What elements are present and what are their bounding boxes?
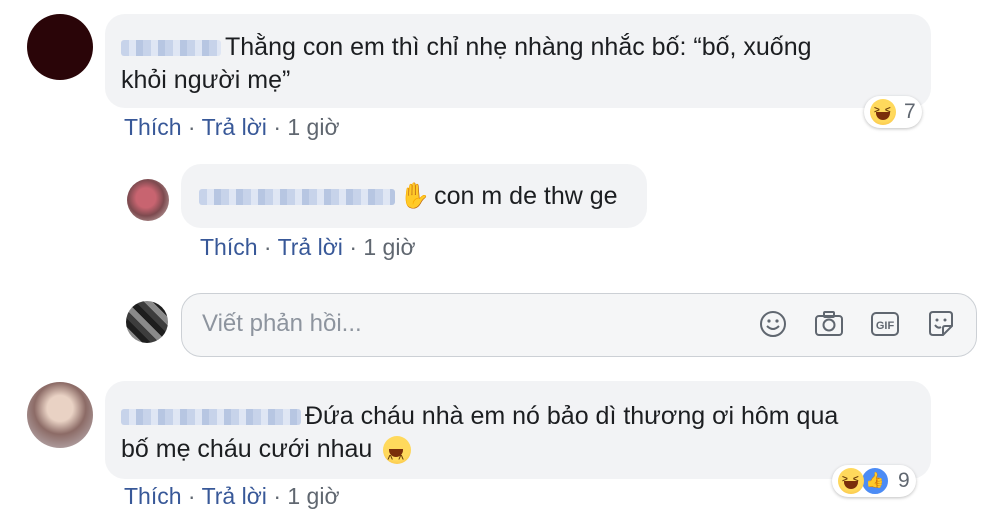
camera-icon[interactable] — [812, 307, 846, 341]
svg-text:GIF: GIF — [876, 320, 895, 332]
comment-bubble: Đứa cháu nhà em nó bảo dì thương ơi hôm … — [105, 381, 931, 479]
blurred-author-name[interactable] — [121, 409, 301, 426]
laugh-emoji-icon: ^^ — [383, 436, 412, 465]
reply-link[interactable]: Trả lời — [202, 483, 267, 509]
laugh-emoji-icon: >< — [870, 99, 896, 125]
blurred-author-name[interactable] — [121, 40, 221, 57]
separator: · — [273, 114, 281, 140]
comment-actions: Thích · Trả lời · 1 giờ — [124, 483, 340, 510]
comment-text-line: Thằng con em thì chỉ nhẹ nhàng nhắc bố: … — [121, 29, 812, 65]
separator: · — [187, 483, 196, 509]
reaction-summary[interactable]: >< 👍 9 — [832, 465, 916, 497]
comment-text-line: Đứa cháu nhà em nó bảo dì thương ơi hôm … — [121, 398, 838, 434]
like-link[interactable]: Thích — [124, 114, 182, 140]
blurred-author-name[interactable] — [199, 189, 395, 206]
comment-text-line: ✋ con m de thw ge — [199, 178, 618, 214]
comment-text-line: bố mẹ cháu cưới nhau ^^ — [121, 431, 412, 467]
reply-placeholder: Viết phản hồi... — [202, 310, 362, 337]
separator: · — [273, 483, 281, 509]
reply-input[interactable]: Viết phản hồi... GIF — [181, 293, 977, 357]
smiley-icon[interactable] — [756, 307, 790, 341]
separator: · — [187, 114, 196, 140]
comment-bubble: Thằng con em thì chỉ nhẹ nhàng nhắc bố: … — [105, 14, 931, 108]
sticker-icon[interactable] — [924, 307, 958, 341]
reply-bubble: ✋ con m de thw ge — [181, 164, 647, 228]
reply-actions: Thích · Trả lời · 1 giờ — [200, 234, 416, 261]
commenter-avatar[interactable] — [27, 14, 93, 80]
reaction-summary[interactable]: >< 7 — [864, 96, 922, 128]
timestamp[interactable]: 1 giờ — [363, 234, 415, 260]
separator: · — [263, 234, 272, 260]
like-link[interactable]: Thích — [124, 483, 182, 509]
reply-link[interactable]: Trả lời — [278, 234, 343, 260]
gif-icon[interactable]: GIF — [868, 307, 902, 341]
comment-text-line: khỏi người mẹ” — [121, 66, 291, 94]
current-user-avatar — [126, 301, 168, 343]
commenter-avatar[interactable] — [27, 382, 93, 448]
reaction-count: 9 — [898, 469, 910, 492]
laugh-emoji-icon: >< — [838, 468, 864, 494]
like-icon: 👍 — [860, 466, 890, 496]
separator: · — [349, 234, 357, 260]
reaction-count: 7 — [904, 100, 916, 123]
wave-hand-icon: ✋ — [399, 182, 431, 210]
reply-link[interactable]: Trả lời — [202, 114, 267, 140]
replier-avatar[interactable] — [127, 179, 169, 221]
comment-actions: Thích · Trả lời · 1 giờ — [124, 114, 340, 141]
like-link[interactable]: Thích — [200, 234, 258, 260]
timestamp[interactable]: 1 giờ — [287, 114, 339, 140]
timestamp[interactable]: 1 giờ — [287, 483, 339, 509]
